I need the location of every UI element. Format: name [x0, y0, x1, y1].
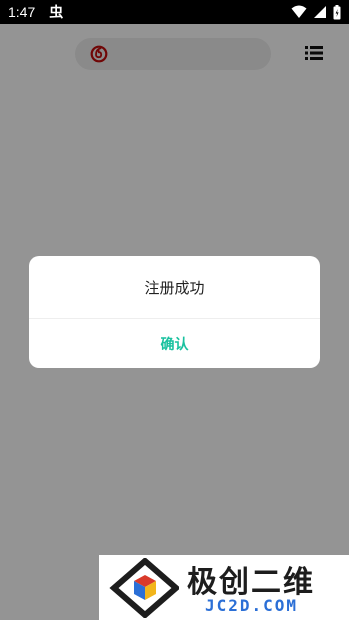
cube-logo-icon [109, 558, 179, 618]
watermark: 极创二维 JC2D.COM [99, 555, 349, 620]
status-icons [291, 3, 341, 21]
signal-icon [314, 6, 326, 18]
status-time: 1:47 [8, 4, 36, 20]
watermark-url: JC2D.COM [205, 596, 299, 615]
battery-icon [333, 4, 341, 19]
confirm-button[interactable]: 确认 [29, 319, 320, 368]
status-bar: 1:47 虫 [0, 0, 349, 24]
debug-notification-icon: 虫 [49, 5, 64, 21]
watermark-title: 极创二维 [187, 565, 315, 600]
dialog-title: 注册成功 [29, 256, 320, 319]
registration-success-dialog: 注册成功 确认 [29, 256, 320, 368]
wifi-icon [291, 5, 307, 18]
